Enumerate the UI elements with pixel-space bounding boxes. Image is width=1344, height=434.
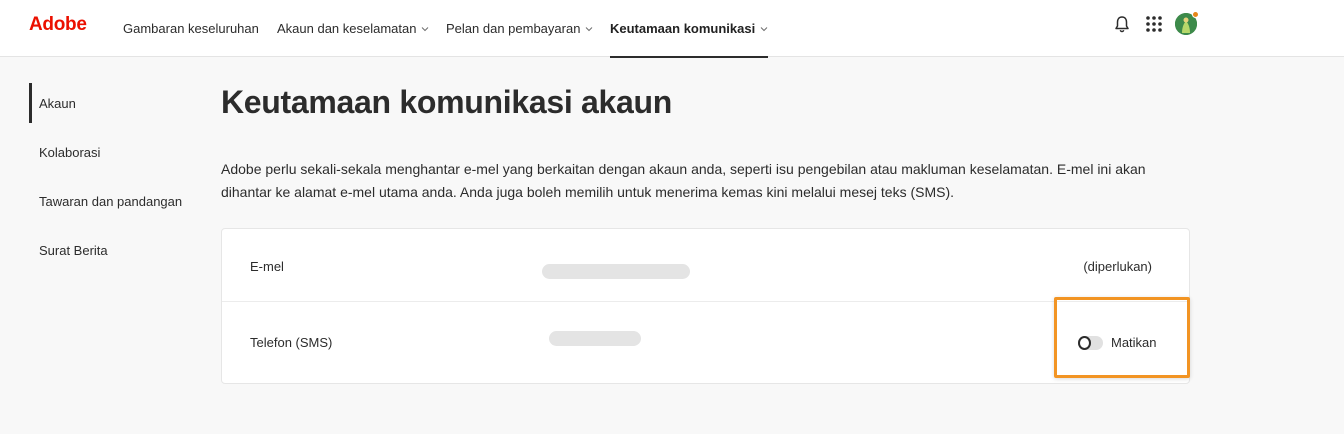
phone-value-redacted — [549, 331, 641, 346]
toggle-knob — [1078, 336, 1091, 350]
sms-toggle-switch[interactable] — [1078, 336, 1103, 350]
sidebar-item-label: Kolaborasi — [39, 144, 101, 160]
chevron-down-icon — [422, 26, 429, 31]
page-description: Adobe perlu sekali-sekala menghantar e-m… — [221, 161, 1146, 200]
notification-badge — [1192, 11, 1199, 18]
top-navigation-bar: Adobe Gambaran keseluruhan Akaun dan kes… — [0, 0, 1344, 58]
phone-sms-row: Telefon (SMS) Matikan — [222, 302, 1189, 385]
email-row: E-mel (diperlukan) — [222, 229, 1189, 302]
nav-plans-payment-label: Pelan dan pembayaran — [446, 21, 581, 36]
sidebar-item-newsletter[interactable]: Surat Berita — [29, 230, 108, 270]
phone-sms-label: Telefon (SMS) — [250, 335, 333, 350]
chevron-down-icon — [760, 26, 768, 31]
chevron-down-icon — [586, 26, 593, 31]
nav-overview[interactable]: Gambaran keseluruhan — [123, 0, 259, 57]
sidebar-item-label: Surat Berita — [39, 242, 108, 258]
communication-preferences-card: E-mel (diperlukan) Telefon (SMS) Matikan — [221, 228, 1190, 384]
email-value-redacted — [542, 264, 690, 279]
sidebar-item-collaboration[interactable]: Kolaborasi — [29, 132, 100, 172]
adobe-logo[interactable]: Adobe — [29, 14, 87, 36]
nav-overview-label: Gambaran keseluruhan — [123, 21, 259, 36]
page-title: Keutamaan komunikasi akaun — [221, 84, 673, 120]
nav-communication-preferences-label: Keutamaan komunikasi — [610, 21, 756, 36]
nav-plans-payment[interactable]: Pelan dan pembayaran — [446, 0, 593, 57]
nav-account-security-label: Akaun dan keselamatan — [277, 21, 417, 36]
email-label: E-mel — [250, 259, 284, 274]
sidebar-item-offers-insights[interactable]: Tawaran dan pandangan — [29, 181, 182, 221]
sms-toggle-label: Matikan — [1111, 335, 1157, 350]
sidebar-item-account[interactable]: Akaun — [29, 83, 76, 123]
sidebar-item-label: Tawaran dan pandangan — [39, 193, 183, 209]
nav-account-security[interactable]: Akaun dan keselamatan — [277, 0, 429, 57]
sidebar-item-label: Akaun — [39, 95, 76, 111]
nav-communication-preferences[interactable]: Keutamaan komunikasi — [610, 0, 769, 58]
required-text: (diperlukan) — [1083, 259, 1152, 274]
bell-icon[interactable] — [1112, 14, 1132, 34]
avatar[interactable] — [1175, 11, 1199, 35]
apps-grid-icon[interactable] — [1144, 14, 1164, 34]
